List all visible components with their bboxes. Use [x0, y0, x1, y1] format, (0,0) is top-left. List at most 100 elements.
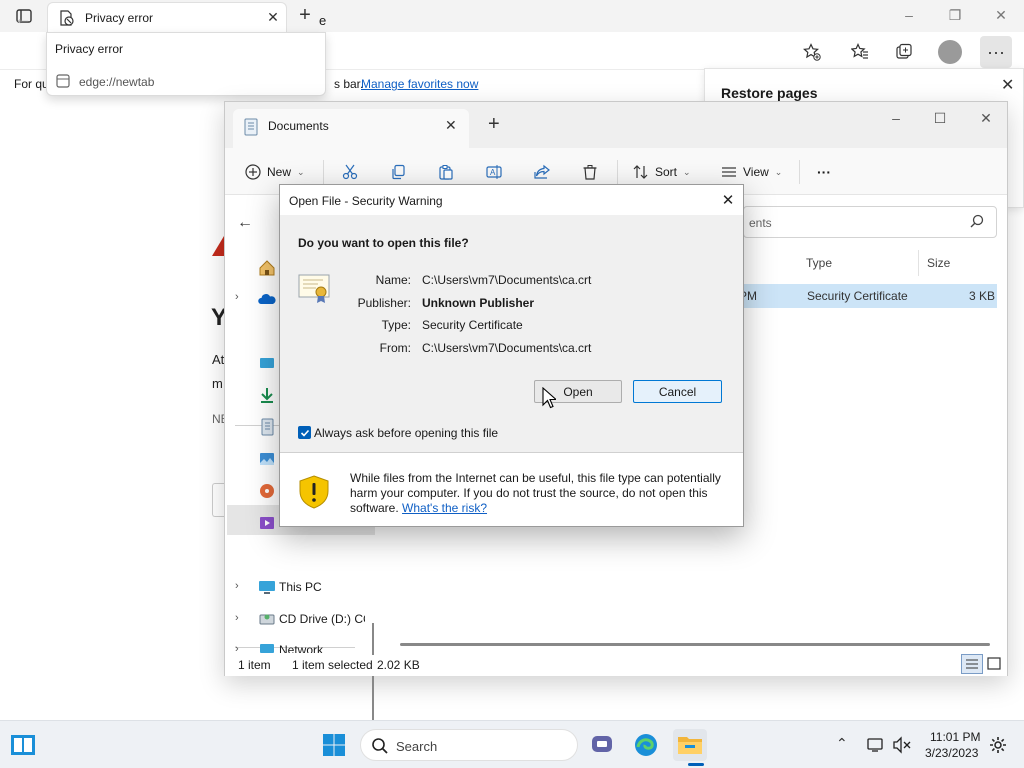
network-icon[interactable]: [258, 642, 276, 653]
desktop-icon[interactable]: [258, 354, 276, 372]
new-button[interactable]: New ⌄: [245, 159, 305, 185]
videos-icon[interactable]: [258, 514, 276, 532]
pictures-icon[interactable]: [258, 450, 276, 468]
column-header-size[interactable]: Size: [927, 256, 950, 270]
warning-message: While files from the Internet can be use…: [350, 471, 735, 516]
explorer-new-tab-button[interactable]: +: [488, 113, 500, 136]
certificate-icon: [298, 274, 332, 307]
copy-icon: [392, 164, 405, 180]
paste-icon: [439, 165, 453, 180]
documents-icon[interactable]: [258, 418, 276, 436]
name-value: C:\Users\vm7\Documents\ca.crt: [422, 273, 592, 287]
downloads-icon[interactable]: [258, 386, 276, 404]
browser-tab[interactable]: Privacy error ✕: [47, 2, 287, 32]
command-separator: [617, 160, 618, 184]
close-tab-icon[interactable]: ✕: [445, 117, 457, 134]
explorer-close-button[interactable]: ✕: [963, 105, 1009, 131]
sort-button-label: Sort: [655, 165, 678, 179]
view-button[interactable]: View ⌄: [721, 159, 782, 185]
explorer-minimize-button[interactable]: –: [873, 105, 919, 131]
clock-date[interactable]: 3/23/2023: [925, 746, 978, 760]
favbar-prompt-text-end: s bar.: [334, 77, 364, 91]
share-button[interactable]: [534, 159, 550, 185]
file-row-ca-crt[interactable]: PM Security Certificate 3 KB: [737, 284, 997, 308]
this-pc-icon[interactable]: [258, 578, 276, 596]
explorer-maximize-button[interactable]: ☐: [917, 105, 963, 131]
always-ask-label[interactable]: Always ask before opening this file: [314, 426, 498, 440]
search-input[interactable]: ents: [743, 206, 997, 238]
favbar-prompt-text: For qu: [14, 77, 49, 91]
cut-button[interactable]: [342, 159, 358, 185]
copy-button[interactable]: [390, 159, 406, 185]
chevron-right-icon[interactable]: ›: [235, 580, 239, 592]
details-view-button[interactable]: [961, 654, 983, 674]
nav-item-this-pc[interactable]: This PC: [279, 580, 322, 594]
manage-favorites-link[interactable]: Manage favorites now: [361, 77, 478, 91]
profile-avatar[interactable]: [938, 40, 962, 64]
show-hidden-icons-chevron[interactable]: ⌃: [836, 735, 848, 752]
always-ask-checkbox[interactable]: [298, 426, 311, 439]
restore-button[interactable]: ❐: [932, 4, 978, 26]
whats-the-risk-link[interactable]: What's the risk?: [402, 501, 487, 515]
settings-tray-icon[interactable]: [988, 735, 1008, 758]
music-icon[interactable]: [258, 482, 276, 500]
minimize-button[interactable]: –: [886, 4, 932, 26]
cancel-button[interactable]: Cancel: [633, 380, 722, 403]
status-item-count: 1 item: [238, 658, 271, 672]
close-window-button[interactable]: ✕: [978, 4, 1024, 26]
file-explorer-taskbar-button[interactable]: [673, 729, 707, 761]
widgets-button[interactable]: [10, 733, 36, 757]
share-icon: [534, 164, 550, 179]
taskbar-search-box[interactable]: Search: [360, 729, 578, 761]
back-arrow-icon[interactable]: ←: [14, 8, 32, 29]
onedrive-icon[interactable]: [258, 291, 276, 309]
restore-pages-title: Restore pages: [721, 85, 818, 101]
add-favorite-icon[interactable]: [798, 38, 826, 66]
browser-tab-title: Privacy error: [85, 11, 154, 25]
edge-taskbar-button[interactable]: [629, 729, 663, 761]
nav-item-cd-drive[interactable]: CD Drive (D:) CC: [279, 612, 365, 626]
paste-button[interactable]: [438, 159, 454, 185]
start-button[interactable]: [322, 733, 346, 760]
see-more-button[interactable]: ···: [817, 159, 831, 185]
from-label: From:: [379, 341, 411, 355]
explorer-tab-title: Documents: [268, 119, 329, 133]
chevron-down-icon: ⌄: [683, 166, 691, 177]
edge-icon: [635, 734, 657, 756]
address-bar[interactable]: e: [305, 6, 785, 34]
chevron-right-icon[interactable]: ›: [235, 291, 239, 303]
documents-icon: [244, 118, 258, 139]
address-text: e: [319, 13, 327, 28]
error-text-fragment: At: [212, 352, 225, 367]
sort-button[interactable]: Sort ⌄: [633, 159, 691, 185]
column-divider: [918, 250, 919, 276]
dialog-close-button[interactable]: ✕: [717, 189, 739, 211]
settings-and-more-button[interactable]: ···: [980, 36, 1012, 68]
teams-chat-button[interactable]: [585, 729, 619, 761]
large-icons-view-button[interactable]: [986, 656, 1002, 675]
chevron-right-icon[interactable]: ›: [235, 612, 239, 624]
collections-icon[interactable]: [890, 38, 918, 66]
network-tray-icon[interactable]: [866, 735, 886, 758]
horizontal-scrollbar[interactable]: [400, 643, 990, 646]
error-text-fragment: m: [212, 376, 223, 391]
column-header-type[interactable]: Type: [806, 256, 832, 270]
home-icon[interactable]: [258, 259, 276, 277]
explorer-tab[interactable]: Documents ✕: [233, 109, 469, 148]
taskbar-search-label: Search: [396, 739, 438, 754]
dialog-titlebar: Open File - Security Warning: [280, 185, 743, 215]
close-tab-icon[interactable]: ✕: [264, 8, 282, 26]
rename-button[interactable]: A: [486, 159, 502, 185]
clock-time[interactable]: 11:01 PM: [930, 730, 980, 744]
chevron-right-icon[interactable]: ›: [235, 643, 239, 653]
delete-button[interactable]: [582, 159, 598, 185]
close-restore-icon[interactable]: ✕: [1001, 75, 1014, 95]
nav-item-network[interactable]: Network: [279, 643, 323, 653]
volume-muted-icon[interactable]: [892, 735, 912, 758]
tiles-view-icon: [987, 657, 1001, 670]
checkmark-icon: [300, 429, 309, 437]
favorites-icon[interactable]: [846, 38, 874, 66]
rename-icon: A: [486, 165, 502, 179]
search-placeholder: ents: [749, 216, 772, 230]
cd-drive-icon[interactable]: [258, 610, 276, 628]
